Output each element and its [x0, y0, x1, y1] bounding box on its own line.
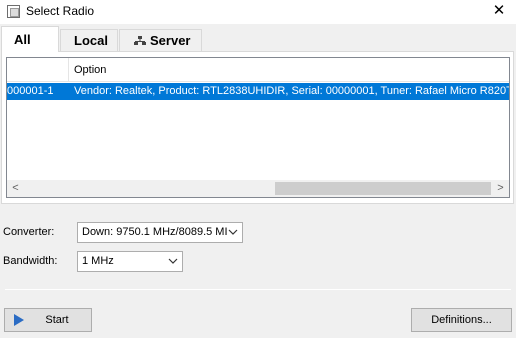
converter-label: Converter:	[3, 226, 55, 238]
tab-server-label: Server	[150, 33, 191, 48]
start-button[interactable]: Start	[4, 308, 92, 332]
converter-select[interactable]: Down: 9750.1 MHz/8089.5 MI	[77, 222, 243, 243]
converter-value: Down: 9750.1 MHz/8089.5 MI	[82, 226, 228, 238]
bandwidth-select[interactable]: 1 MHz	[77, 251, 183, 272]
scroll-left-button[interactable]: <	[7, 180, 24, 197]
start-button-label: Start	[45, 314, 69, 326]
window-title: Select Radio	[26, 4, 95, 18]
list-item[interactable]: 000001-1 Vendor: Realtek, Product: RTL28…	[7, 83, 509, 100]
tab-bar: All Local Server	[0, 24, 516, 52]
scrollbar-thumb[interactable]	[275, 182, 491, 195]
chevron-down-icon	[168, 258, 178, 264]
chevron-down-icon	[228, 229, 238, 235]
app-window-icon	[7, 5, 20, 18]
column-header-option[interactable]: Option	[69, 58, 509, 82]
network-icon	[134, 36, 146, 45]
column-header-id[interactable]	[7, 58, 69, 82]
tab-server[interactable]: Server	[119, 29, 202, 51]
tab-panel-all: Option 000001-1 Vendor: Realtek, Product…	[1, 51, 514, 204]
close-button[interactable]: ✕	[488, 1, 510, 21]
list-item-id: 000001-1	[7, 85, 54, 97]
scroll-right-button[interactable]: >	[492, 180, 509, 197]
tab-local[interactable]: Local	[60, 29, 118, 51]
list-item-option: Vendor: Realtek, Product: RTL2838UHIDIR,…	[74, 85, 509, 97]
bandwidth-value: 1 MHz	[82, 255, 114, 267]
definitions-button[interactable]: Definitions...	[411, 308, 512, 332]
radio-list[interactable]: Option 000001-1 Vendor: Realtek, Product…	[6, 57, 510, 198]
bandwidth-label: Bandwidth:	[3, 255, 58, 267]
title-bar: Select Radio ✕	[0, 0, 516, 24]
horizontal-scrollbar[interactable]: < >	[7, 180, 509, 197]
separator	[5, 289, 511, 290]
tab-local-label: Local	[74, 33, 108, 48]
list-header: Option	[7, 58, 509, 82]
tab-all-label: All	[14, 32, 31, 47]
tab-all[interactable]: All	[1, 26, 59, 52]
